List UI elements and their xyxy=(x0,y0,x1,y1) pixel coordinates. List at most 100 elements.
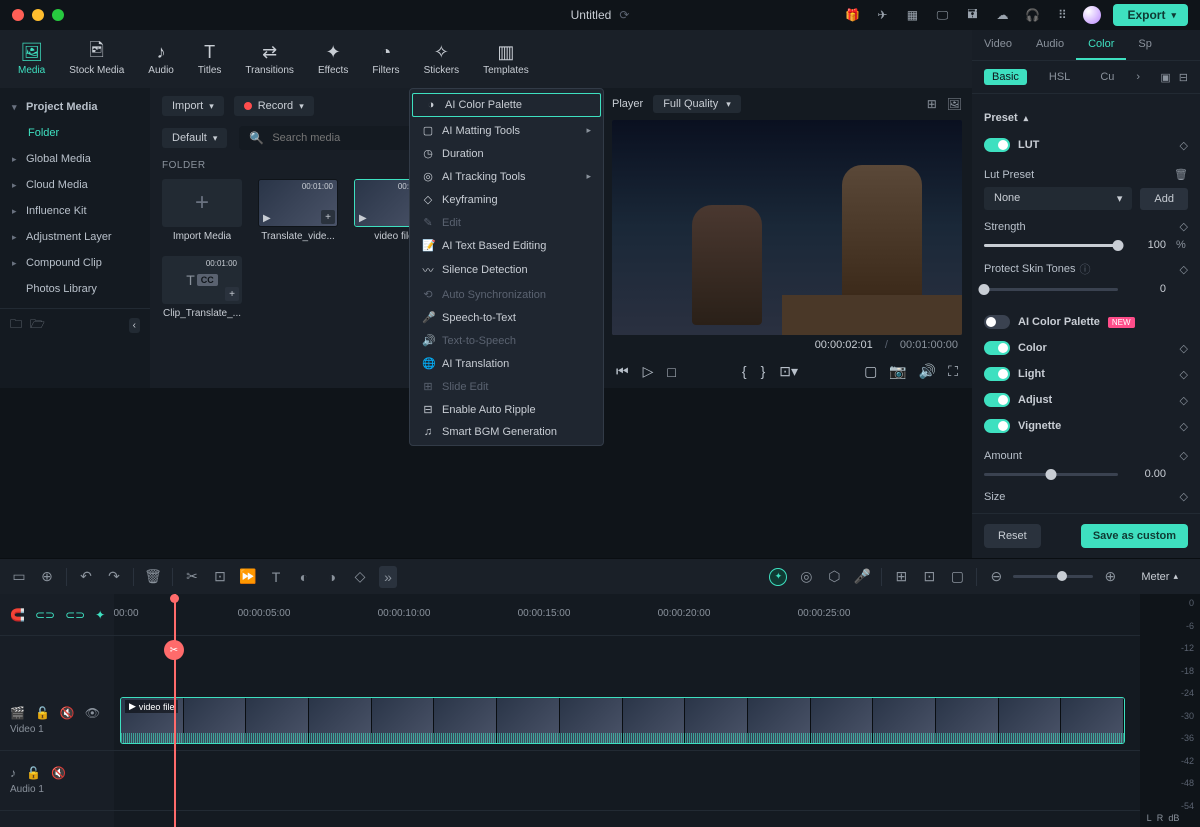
step-back-icon[interactable]: ⏮ xyxy=(616,363,629,380)
magnet-icon[interactable]: 🧲 xyxy=(10,608,25,622)
apps-icon[interactable]: ⠿ xyxy=(1053,6,1071,24)
tab-audio[interactable]: Audio xyxy=(1024,30,1076,60)
ctx-ai-tracking[interactable]: ◎AI Tracking Tools▸ xyxy=(410,165,603,188)
visibility-icon[interactable]: 👁 xyxy=(85,706,100,720)
keyframe-diamond-icon[interactable]: ◇ xyxy=(1180,394,1188,407)
keyframe-diamond-icon[interactable]: ◇ xyxy=(1180,368,1188,381)
minimize-window[interactable] xyxy=(32,9,44,21)
lock-icon[interactable]: 🔓 xyxy=(26,766,41,780)
subtab-curves[interactable]: Cu xyxy=(1092,69,1122,85)
tab-video[interactable]: Video xyxy=(972,30,1024,60)
link2-icon[interactable]: ⊂⊃ xyxy=(65,608,85,622)
media-item[interactable]: T CC 00:01:00 + Clip_Translate_... xyxy=(162,256,242,319)
marker3-icon[interactable]: ▢ xyxy=(948,568,966,585)
keyframe-diamond-icon[interactable]: ◇ xyxy=(1180,490,1188,503)
zoom-slider[interactable] xyxy=(1013,575,1093,578)
ai-badge-icon[interactable]: ✦ xyxy=(769,568,787,586)
sidebar-influence-kit[interactable]: ▸Influence Kit xyxy=(0,198,150,224)
nav-effects[interactable]: ✦Effects xyxy=(308,39,358,80)
gift-icon[interactable]: 🎁 xyxy=(843,6,861,24)
subtab-basic[interactable]: Basic xyxy=(984,69,1027,85)
export-button[interactable]: Export ▾ xyxy=(1113,4,1188,26)
speed-icon[interactable]: ⏩ xyxy=(239,568,257,585)
collapse-sidebar[interactable]: ‹ xyxy=(129,318,140,333)
color-toggle[interactable] xyxy=(984,341,1010,355)
keyframe-diamond-icon[interactable]: ◇ xyxy=(1180,263,1188,276)
picture-icon[interactable]: 🖼 xyxy=(947,97,962,111)
save-icon[interactable]: 🖬 xyxy=(963,6,981,24)
marker2-icon[interactable]: ◎ xyxy=(797,568,815,585)
mic2-icon[interactable]: 🎤 xyxy=(853,568,871,585)
link-icon[interactable]: ⊂⊃ xyxy=(35,608,55,622)
reset-button[interactable]: Reset xyxy=(984,524,1041,548)
mute-icon[interactable]: 🔇 xyxy=(60,706,75,720)
add-lut-button[interactable]: Add xyxy=(1140,188,1188,210)
nav-stock[interactable]: 🖻Stock Media xyxy=(59,39,134,80)
nav-audio[interactable]: ♪Audio xyxy=(138,39,184,80)
info-icon[interactable]: ⓘ xyxy=(1080,261,1091,277)
ctx-ai-color-palette[interactable]: ◑AI Color Palette xyxy=(412,93,601,117)
save-custom-button[interactable]: Save as custom xyxy=(1081,524,1188,548)
layout-icon[interactable]: ⊟ xyxy=(1179,71,1188,84)
nav-transitions[interactable]: ⇄Transitions xyxy=(235,39,304,80)
timeline-tracks[interactable]: 00:00 00:00:05:00 00:00:10:00 00:00:15:0… xyxy=(114,594,1140,827)
sidebar-project-media[interactable]: ▾Project Media xyxy=(0,94,150,120)
sidebar-compound-clip[interactable]: ▸Compound Clip xyxy=(0,250,150,276)
ctx-ai-translation[interactable]: 🌐AI Translation xyxy=(410,352,603,375)
delete-icon[interactable]: 🗑 xyxy=(144,568,162,585)
grid-view-icon[interactable]: ⊞ xyxy=(927,97,937,111)
color-icon[interactable]: ◑ xyxy=(323,569,341,585)
sidebar-adjustment-layer[interactable]: ▸Adjustment Layer xyxy=(0,224,150,250)
sidebar-cloud-media[interactable]: ▸Cloud Media xyxy=(0,172,150,198)
player-viewport[interactable] xyxy=(612,120,962,335)
amount-slider[interactable] xyxy=(984,473,1118,476)
ctx-duration[interactable]: ◷Duration xyxy=(410,142,603,165)
adjust-toggle[interactable] xyxy=(984,393,1010,407)
video-track[interactable]: ▶video file xyxy=(114,691,1140,751)
tab-speed[interactable]: Sp xyxy=(1126,30,1163,60)
shield-icon[interactable]: ⬡ xyxy=(825,568,843,585)
scroll-tabs-icon[interactable]: › xyxy=(1136,71,1140,83)
volume-icon[interactable]: 🔊 xyxy=(919,363,936,380)
ctx-ai-matting[interactable]: ▢AI Matting Tools▸ xyxy=(410,119,603,142)
cloud-sync-icon[interactable]: ⟳ xyxy=(619,8,629,22)
play-icon[interactable]: ▷ xyxy=(643,363,654,380)
keyframe-diamond-icon[interactable]: ◇ xyxy=(1180,139,1188,152)
video-clip[interactable]: ▶video file xyxy=(120,697,1125,744)
marker-icon[interactable]: ▢ xyxy=(864,363,877,380)
record-button[interactable]: Record▾ xyxy=(234,96,314,116)
ctx-keyframing[interactable]: ◇Keyframing xyxy=(410,188,603,211)
monitor-icon[interactable]: 🖵 xyxy=(933,6,951,24)
nav-media[interactable]: 🖼Media xyxy=(8,39,55,80)
sort-default[interactable]: Default▾ xyxy=(162,128,227,148)
sidebar-folder[interactable]: Folder xyxy=(0,120,150,146)
ctx-silence-detection[interactable]: 〰Silence Detection xyxy=(410,257,603,283)
keyframe-diamond-icon[interactable]: ◇ xyxy=(1180,449,1188,462)
quality-select[interactable]: Full Quality▾ xyxy=(653,95,741,113)
mute-icon[interactable]: 🔇 xyxy=(51,766,66,780)
undo-icon[interactable]: ↶ xyxy=(77,568,95,585)
ai-palette-toggle[interactable] xyxy=(984,315,1010,329)
media-item[interactable]: 00:01:00▶+ Translate_vide... xyxy=(258,179,338,242)
lut-toggle[interactable] xyxy=(984,138,1010,152)
keyframe-diamond-icon[interactable]: ◇ xyxy=(1180,342,1188,355)
zoom-in-icon[interactable]: ⊕ xyxy=(1101,568,1119,585)
lock-icon[interactable]: 🔓 xyxy=(35,706,50,720)
nav-titles[interactable]: TTitles xyxy=(188,39,232,80)
cloud-icon[interactable]: ☁ xyxy=(993,6,1011,24)
video-track-header[interactable]: 🎬🔓🔇👁 Video 1 xyxy=(0,691,114,751)
crop-icon[interactable]: ⊡ xyxy=(211,568,229,585)
more-tools-icon[interactable]: » xyxy=(379,566,397,588)
app1-icon[interactable]: ▦ xyxy=(903,6,921,24)
skin-slider[interactable] xyxy=(984,288,1118,291)
keyframe-diamond-icon[interactable]: ◇ xyxy=(1180,220,1188,233)
preset-section[interactable]: Preset▴ xyxy=(984,112,1188,124)
vignette-toggle[interactable] xyxy=(984,419,1010,433)
hand-tool-icon[interactable]: ⊕ xyxy=(38,568,56,585)
import-media-tile[interactable]: + Import Media xyxy=(162,179,242,242)
send-icon[interactable]: ✈ xyxy=(873,6,891,24)
select-tool-icon[interactable]: ▭ xyxy=(10,568,28,585)
subtab-hsl[interactable]: HSL xyxy=(1041,69,1078,85)
user-avatar[interactable] xyxy=(1083,6,1101,24)
headphone-icon[interactable]: 🎧 xyxy=(1023,6,1041,24)
